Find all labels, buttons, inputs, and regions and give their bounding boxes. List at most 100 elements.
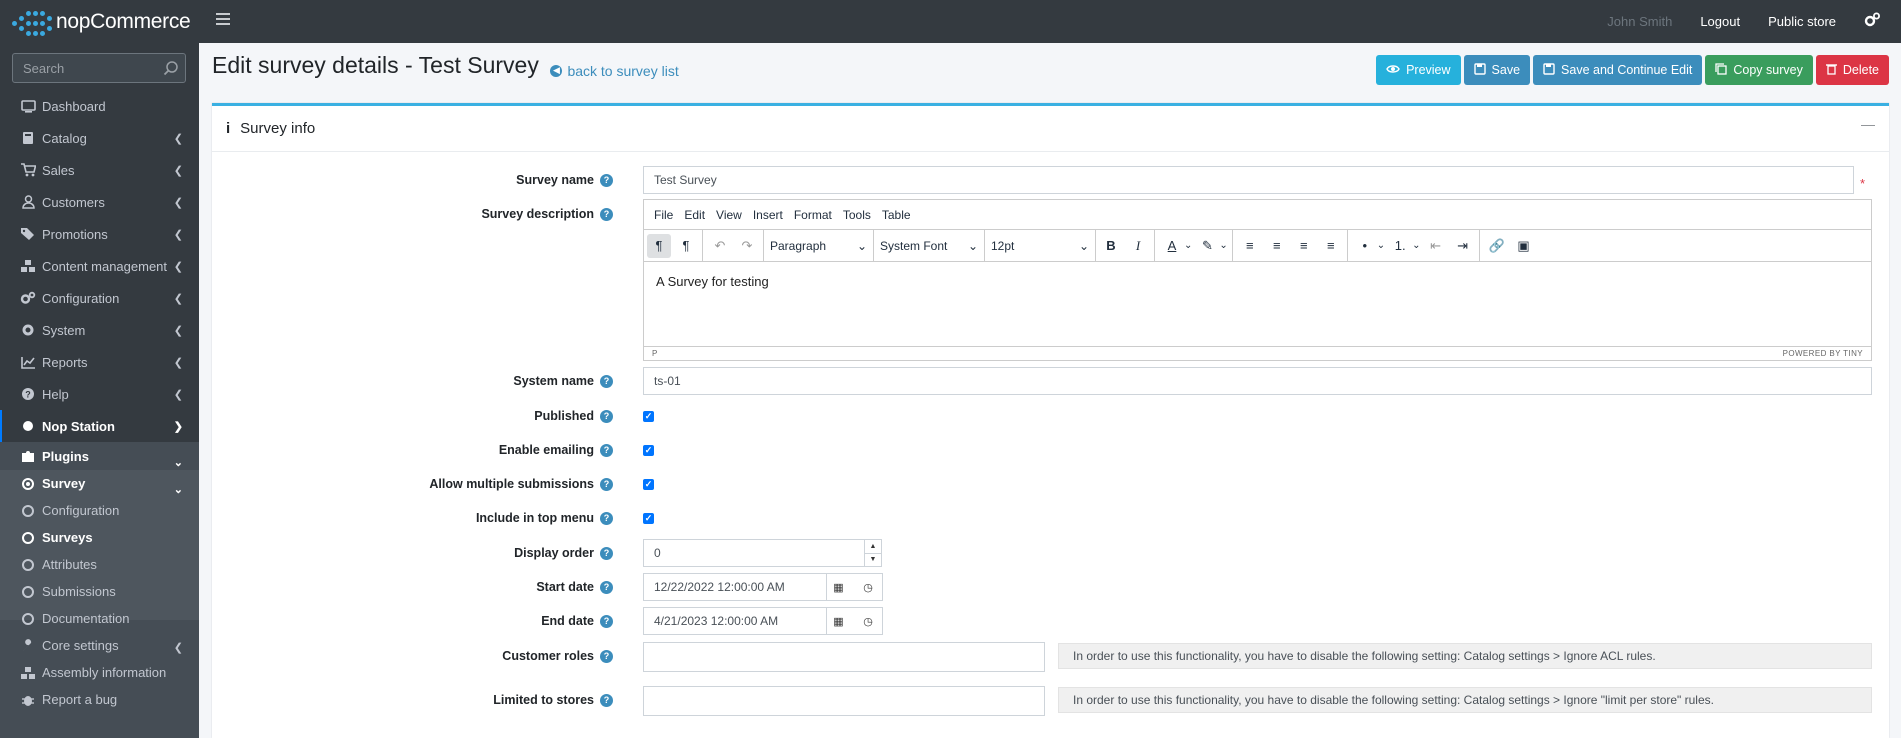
sidebar-item-catalog[interactable]: Catalog ❮ — [0, 122, 199, 154]
editor-menu-format[interactable]: Format — [794, 208, 832, 222]
system-name-input[interactable]: ts-01 — [643, 367, 1872, 395]
search-icon[interactable] — [163, 60, 179, 76]
sidebar-item-surveys[interactable]: Surveys — [0, 524, 199, 551]
enable-emailing-checkbox[interactable]: ✓ — [643, 445, 654, 456]
collapse-icon[interactable]: — — [1861, 116, 1875, 132]
editor-content-area[interactable]: A Survey for testing — [644, 262, 1871, 346]
italic-icon[interactable]: I — [1126, 234, 1150, 258]
spin-down-icon[interactable]: ▼ — [865, 554, 881, 567]
sidebar-item-label: Reports — [42, 354, 88, 370]
chevron-down-icon[interactable]: ⌄ — [1412, 240, 1420, 251]
chevron-down-icon[interactable]: ⌄ — [1184, 240, 1192, 251]
sidebar-search-input[interactable]: Search — [12, 53, 186, 83]
redo-icon[interactable]: ↷ — [735, 234, 759, 258]
survey-name-input[interactable]: Test Survey — [643, 166, 1854, 194]
align-right-icon[interactable]: ≡ — [1292, 234, 1316, 258]
bullet-list-icon[interactable]: • — [1353, 234, 1377, 258]
help-icon[interactable]: ? — [600, 580, 613, 594]
sidebar-item-content-management[interactable]: Content management ❮ — [0, 250, 199, 282]
editor-menu-view[interactable]: View — [716, 208, 742, 222]
align-justify-icon[interactable]: ≡ — [1319, 234, 1343, 258]
spin-up-icon[interactable]: ▲ — [865, 540, 881, 554]
align-left-icon[interactable]: ≡ — [1238, 234, 1262, 258]
clock-icon[interactable]: ◷ — [856, 573, 880, 601]
hamburger-menu-icon[interactable] — [216, 13, 230, 27]
back-to-list-link[interactable]: ◀ back to survey list — [550, 63, 679, 79]
editor-menu-table[interactable]: Table — [882, 208, 911, 222]
help-icon[interactable]: ? — [600, 374, 613, 388]
help-icon[interactable]: ? — [600, 649, 613, 663]
editor-menu-edit[interactable]: Edit — [684, 208, 705, 222]
font-family-select[interactable]: System Font ⌄ — [874, 229, 985, 262]
sidebar-item-survey[interactable]: Survey ⌄ — [0, 470, 199, 497]
save-continue-button[interactable]: Save and Continue Edit — [1533, 55, 1703, 85]
highlight-icon[interactable]: ✎ — [1195, 234, 1219, 258]
display-order-spinner[interactable]: ▲ ▼ — [864, 539, 882, 567]
ltr-icon[interactable]: ¶ — [647, 233, 671, 258]
settings-gears-icon[interactable] — [1864, 12, 1881, 31]
sidebar-item-dashboard[interactable]: Dashboard — [0, 90, 199, 122]
sidebar-item-system[interactable]: System ❮ — [0, 314, 199, 346]
link-icon[interactable]: 🔗 — [1485, 234, 1509, 258]
help-icon[interactable]: ? — [600, 409, 613, 423]
sidebar-item-assembly-information[interactable]: Assembly information — [0, 659, 199, 686]
sidebar-item-plugins[interactable]: Plugins ⌄ — [0, 442, 199, 470]
sidebar-item-survey-configuration[interactable]: Configuration — [0, 497, 199, 524]
sidebar-item-documentation[interactable]: Documentation — [0, 605, 199, 632]
save-button[interactable]: Save — [1463, 55, 1531, 85]
editor-menu-file[interactable]: File — [654, 208, 673, 222]
logout-link[interactable]: Logout — [1700, 14, 1740, 29]
sidebar-item-submissions[interactable]: Submissions — [0, 578, 199, 605]
undo-icon[interactable]: ↶ — [708, 234, 732, 258]
help-icon[interactable]: ? — [600, 546, 613, 560]
help-icon[interactable]: ? — [600, 511, 613, 525]
sidebar-item-reports[interactable]: Reports ❮ — [0, 346, 199, 378]
text-color-icon[interactable]: A — [1160, 234, 1184, 258]
copy-survey-button[interactable]: Copy survey — [1705, 55, 1813, 85]
sidebar-item-report-a-bug[interactable]: Report a bug — [0, 686, 199, 713]
sidebar-item-core-settings[interactable]: Core settings ❮ — [0, 632, 199, 659]
sidebar-item-help[interactable]: ? Help ❮ — [0, 378, 199, 410]
indent-icon[interactable]: ⇥ — [1451, 234, 1475, 258]
card-header[interactable]: i Survey info — [212, 106, 1889, 152]
display-order-input[interactable]: 0 — [643, 539, 865, 567]
chevron-down-icon[interactable]: ⌄ — [1219, 240, 1227, 251]
sidebar-item-sales[interactable]: Sales ❮ — [0, 154, 199, 186]
help-icon[interactable]: ? — [600, 207, 613, 221]
sidebar-item-nop-station[interactable]: Nop Station ❯ — [0, 410, 199, 442]
help-icon[interactable]: ? — [600, 614, 613, 628]
public-store-link[interactable]: Public store — [1768, 14, 1836, 29]
chevron-down-icon[interactable]: ⌄ — [1377, 240, 1385, 251]
clock-icon[interactable]: ◷ — [856, 607, 880, 635]
customer-roles-select[interactable] — [643, 642, 1045, 672]
sidebar-item-customers[interactable]: Customers ❮ — [0, 186, 199, 218]
help-icon[interactable]: ? — [600, 693, 613, 707]
limited-stores-select[interactable] — [643, 686, 1045, 716]
align-center-icon[interactable]: ≡ — [1265, 234, 1289, 258]
delete-button[interactable]: Delete — [1815, 55, 1889, 85]
block-format-select[interactable]: Paragraph ⌄ — [764, 229, 874, 262]
numbered-list-icon[interactable]: 1. — [1388, 234, 1412, 258]
published-checkbox[interactable]: ✓ — [643, 411, 654, 422]
image-icon[interactable]: ▣ — [1512, 234, 1536, 258]
brand-logo[interactable]: nopCommerce — [0, 0, 199, 43]
editor-powered-by[interactable]: POWERED BY TINY — [1783, 349, 1863, 358]
editor-menu-tools[interactable]: Tools — [843, 208, 871, 222]
bold-icon[interactable]: B — [1099, 234, 1123, 258]
editor-path[interactable]: P — [652, 349, 658, 358]
allow-multiple-checkbox[interactable]: ✓ — [643, 479, 654, 490]
sidebar-item-configuration[interactable]: Configuration ❮ — [0, 282, 199, 314]
editor-menu-insert[interactable]: Insert — [753, 208, 783, 222]
sidebar-item-promotions[interactable]: Promotions ❮ — [0, 218, 199, 250]
preview-button[interactable]: Preview — [1376, 55, 1461, 85]
rtl-icon[interactable]: ¶ — [674, 234, 698, 258]
sidebar-item-attributes[interactable]: Attributes — [0, 551, 199, 578]
include-top-menu-checkbox[interactable]: ✓ — [643, 513, 654, 524]
help-icon[interactable]: ? — [600, 173, 613, 187]
help-icon[interactable]: ? — [600, 477, 613, 491]
outdent-icon[interactable]: ⇤ — [1424, 234, 1448, 258]
help-icon[interactable]: ? — [600, 443, 613, 457]
calendar-icon[interactable]: ▦ — [826, 573, 850, 601]
font-size-select[interactable]: 12pt ⌄ — [985, 229, 1096, 262]
calendar-icon[interactable]: ▦ — [826, 607, 850, 635]
